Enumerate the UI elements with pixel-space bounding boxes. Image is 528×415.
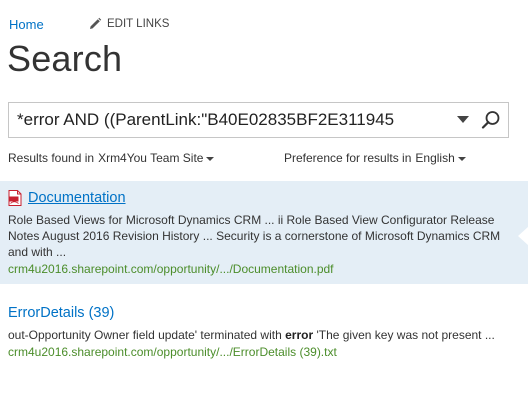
language-value: English [415, 151, 455, 165]
site-value: Xrm4You Team Site [98, 151, 204, 165]
result-summary: Role Based Views for Microsoft Dynamics … [8, 213, 501, 259]
result-summary: out-Opportunity Owner field update' term… [8, 327, 504, 343]
refiners-row: Results found in Xrm4You Team Site Prefe… [0, 151, 528, 167]
preference-label: Preference for results in [284, 151, 412, 165]
site-scope-dropdown[interactable]: Results found in Xrm4You Team Site [8, 151, 215, 165]
search-box [8, 102, 509, 138]
summary-text: out-Opportunity Owner field update' term… [8, 328, 286, 342]
caret-down-icon [206, 157, 215, 161]
language-preference-dropdown[interactable]: Preference for results in English [284, 151, 466, 165]
edit-links-button[interactable]: EDIT LINKS [87, 16, 169, 32]
search-icon [481, 111, 500, 129]
home-link[interactable]: Home [9, 17, 44, 32]
results-found-label: Results found in [8, 151, 95, 165]
edit-links-label: EDIT LINKS [107, 18, 170, 30]
result-title-link[interactable]: Documentation [28, 190, 126, 206]
results-list: Documentation Role Based Views for Micro… [0, 181, 528, 368]
search-result[interactable]: Documentation Role Based Views for Micro… [0, 181, 528, 284]
search-dropdown-button[interactable] [452, 103, 474, 137]
caret-down-icon [457, 157, 466, 161]
summary-highlight: error [285, 328, 314, 342]
summary-text: 'The given key was not present ... [313, 328, 495, 342]
page-title: Search [7, 38, 123, 79]
search-input[interactable] [9, 103, 452, 137]
result-title-link[interactable]: ErrorDetails (39) [8, 305, 114, 321]
hover-panel-callout [518, 227, 528, 245]
pdf-file-icon [8, 190, 22, 206]
pencil-icon [90, 17, 102, 29]
search-result[interactable]: ErrorDetails (39) out-Opportunity Owner … [0, 296, 528, 368]
chevron-down-icon [457, 116, 469, 123]
search-button[interactable] [474, 103, 508, 137]
result-url[interactable]: crm4u2016.sharepoint.com/opportunity/...… [8, 261, 504, 277]
top-nav: Home EDIT LINKS [9, 16, 169, 32]
result-url[interactable]: crm4u2016.sharepoint.com/opportunity/...… [8, 344, 504, 360]
